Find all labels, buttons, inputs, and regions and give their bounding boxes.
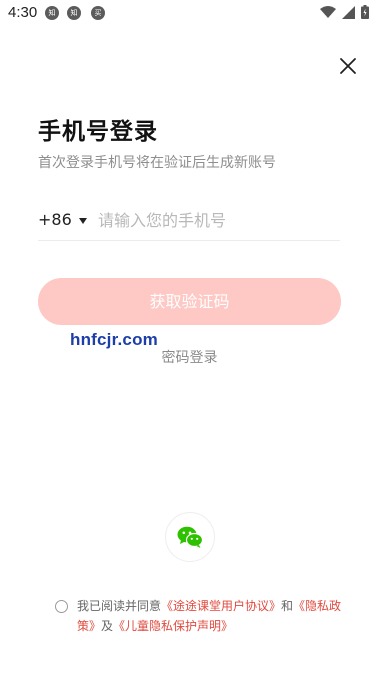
get-code-button[interactable]: 获取验证码 bbox=[38, 278, 341, 325]
user-agreement-link[interactable]: 《途途课堂用户协议》 bbox=[161, 599, 281, 613]
close-button[interactable] bbox=[336, 54, 360, 78]
agreement-text: 我已阅读并同意《途途课堂用户协议》和《隐私政策》及《儿童隐私保护声明》 bbox=[77, 596, 347, 636]
agreement-prefix: 我已阅读并同意 bbox=[77, 599, 162, 613]
country-code-label: +86 bbox=[38, 210, 72, 229]
wechat-login-button[interactable] bbox=[165, 512, 215, 562]
battery-icon bbox=[361, 5, 369, 19]
caret-down-icon bbox=[78, 217, 87, 224]
wechat-icon bbox=[177, 526, 203, 548]
country-code-selector[interactable]: +86 bbox=[38, 210, 87, 229]
wifi-icon bbox=[320, 5, 336, 18]
close-icon bbox=[340, 58, 356, 74]
status-indicators bbox=[320, 5, 369, 19]
page-title: 手机号登录 bbox=[38, 119, 158, 145]
input-divider bbox=[38, 240, 340, 241]
password-login-link[interactable]: 密码登录 bbox=[0, 347, 379, 367]
signal-icon bbox=[342, 5, 355, 19]
status-time: 4:30 bbox=[8, 4, 38, 21]
notification-icon: 知 bbox=[45, 6, 59, 20]
agreement-and2: 及 bbox=[101, 619, 114, 633]
status-bar: 4:30 知 知 买 bbox=[0, 0, 379, 26]
notification-icon: 买 bbox=[91, 6, 105, 20]
phone-input[interactable] bbox=[98, 206, 338, 234]
page-subtitle: 首次登录手机号将在验证后生成新账号 bbox=[38, 155, 276, 171]
notification-icon: 知 bbox=[67, 6, 81, 20]
login-screen: 4:30 知 知 买 手机号登录 首次登录手机号将在验证后生成新账号 +86 请… bbox=[0, 0, 379, 674]
agreement-checkbox[interactable] bbox=[55, 600, 68, 613]
agreement-and: 和 bbox=[281, 599, 294, 613]
child-privacy-link[interactable]: 《儿童隐私保护声明》 bbox=[113, 619, 233, 633]
